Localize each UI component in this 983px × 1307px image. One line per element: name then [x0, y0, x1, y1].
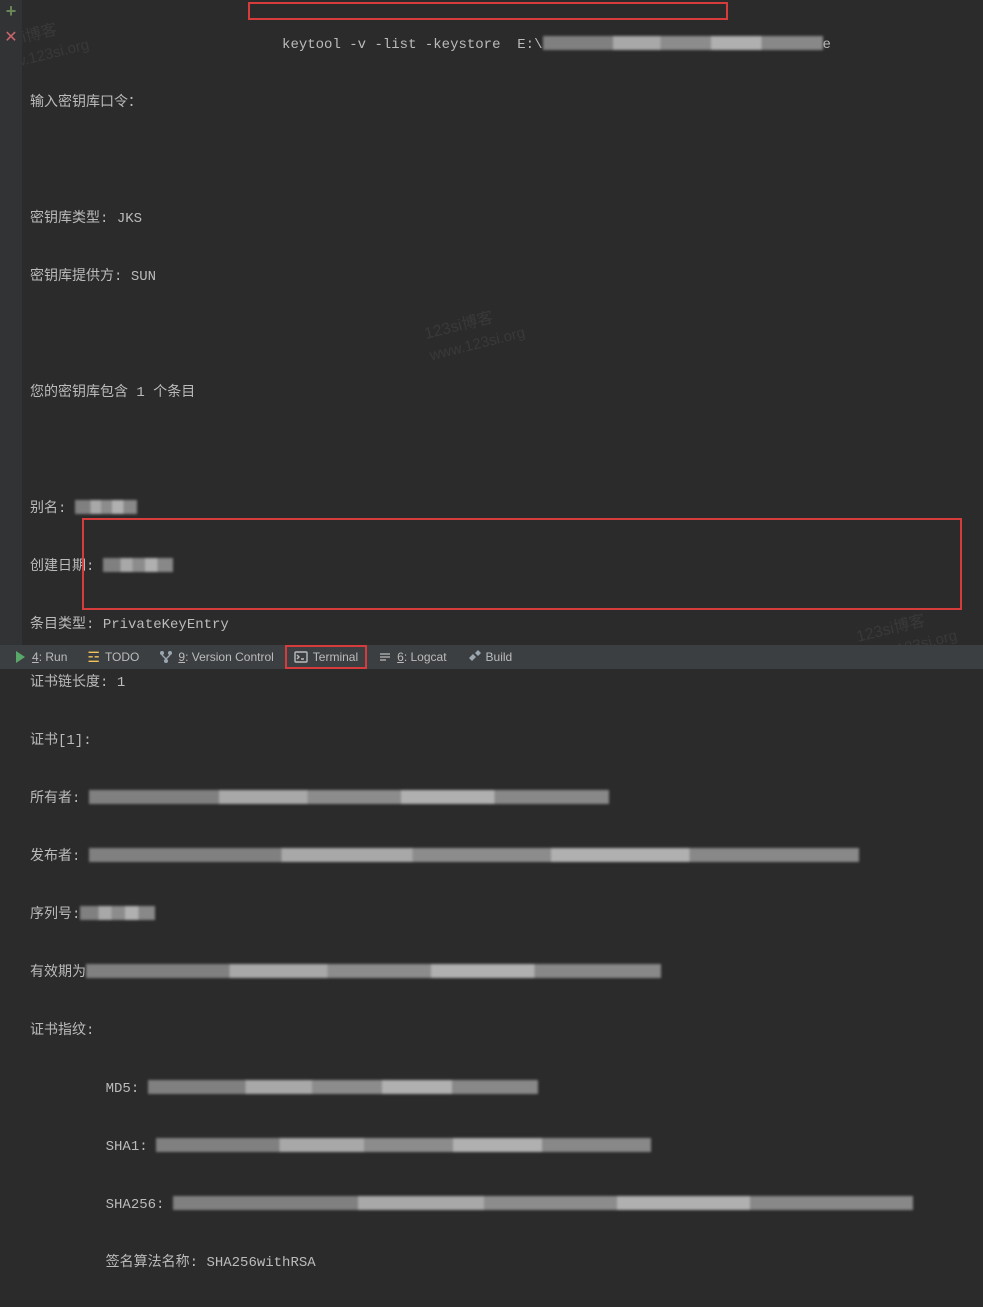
terminal-output[interactable]: keytool -v -list -keystore E:\e 输入密钥库口令：… — [22, 0, 983, 645]
terminal-icon — [294, 650, 308, 664]
fingerprint-label: 证书指纹: — [30, 1017, 975, 1046]
owner-line: 所有者: — [30, 785, 975, 814]
tab-todo[interactable]: ☲ TODO — [78, 645, 148, 669]
cert-index: 证书[1]: — [30, 727, 975, 756]
tab-logcat[interactable]: 6: Logcat — [369, 645, 455, 669]
branch-icon — [159, 650, 173, 664]
validity-line: 有效期为 — [30, 959, 975, 988]
tab-build[interactable]: Build — [458, 645, 522, 669]
tab-run[interactable]: 4: Run — [4, 645, 76, 669]
terminal-gutter: + ✕ — [0, 0, 22, 645]
command-line: keytool -v -list -keystore E:\e — [30, 31, 975, 60]
password-prompt: 输入密钥库口令： — [30, 89, 975, 118]
hammer-icon — [467, 650, 481, 664]
serial-line: 序列号: — [30, 901, 975, 930]
new-session-icon[interactable]: + — [6, 4, 17, 22]
close-session-icon[interactable]: ✕ — [4, 30, 17, 46]
entry-count: 您的密钥库包含 1 个条目 — [30, 379, 975, 408]
created-line: 创建日期: — [30, 553, 975, 582]
play-icon — [13, 650, 27, 664]
sha1-line: SHA1: — [30, 1133, 975, 1162]
logcat-icon — [378, 650, 392, 664]
keystore-provider: 密钥库提供方: SUN — [30, 263, 975, 292]
tab-version-control[interactable]: 9: Version Control — [150, 645, 282, 669]
sha256-line: SHA256: — [30, 1191, 975, 1220]
tab-terminal[interactable]: Terminal — [285, 645, 367, 669]
issuer-line: 发布者: — [30, 843, 975, 872]
todo-icon: ☲ — [87, 650, 100, 664]
chain-length: 证书链长度: 1 — [30, 669, 975, 698]
tool-window-bar: 4: Run ☲ TODO 9: Version Control Termina… — [0, 645, 983, 669]
entry-type: 条目类型: PrivateKeyEntry — [30, 611, 975, 640]
keystore-type: 密钥库类型: JKS — [30, 205, 975, 234]
md5-line: MD5: — [30, 1075, 975, 1104]
sig-alg: 签名算法名称: SHA256withRSA — [30, 1249, 975, 1278]
alias-line: 别名: — [30, 495, 975, 524]
